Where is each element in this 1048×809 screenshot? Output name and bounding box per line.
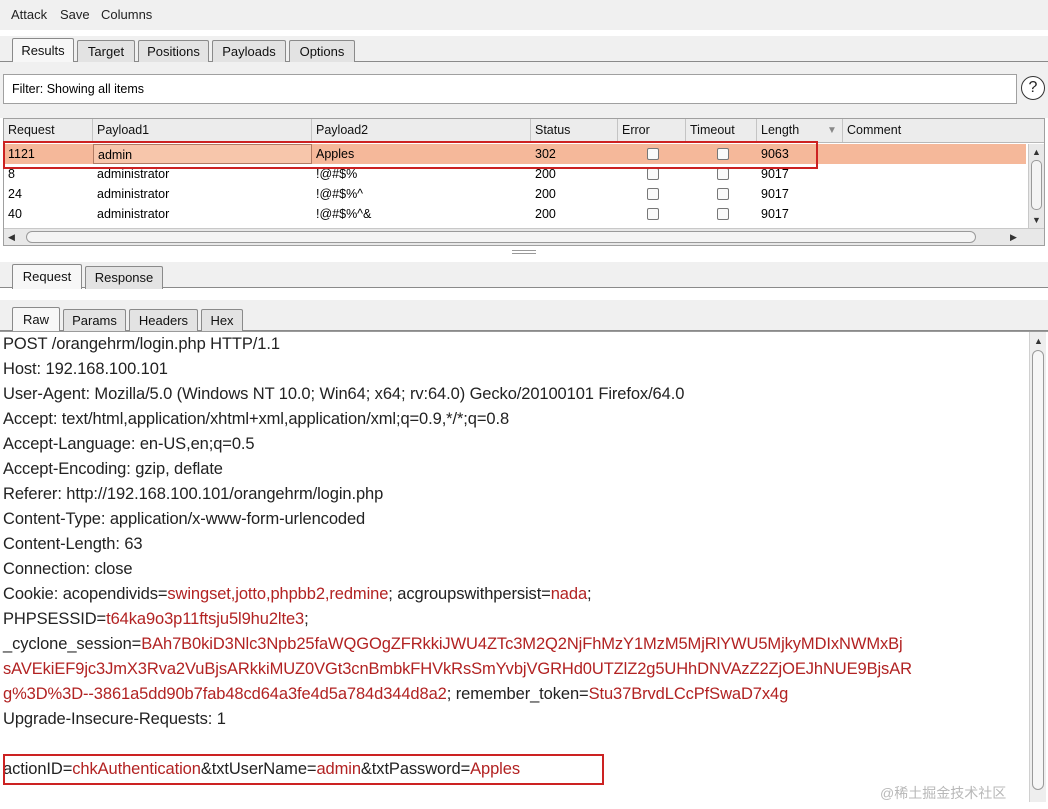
- header-content-type: Content-Type: application/x-www-form-url…: [3, 510, 366, 528]
- tab-positions[interactable]: Positions: [138, 40, 209, 63]
- watermark: @稀土掘金技术社区: [880, 785, 1007, 801]
- split-pane-divider[interactable]: [512, 250, 536, 254]
- cell-status: 200: [535, 207, 556, 221]
- cookie-value: BAh7B0kiD3Nlc3Npb25faWQGOgZFRkkiJWU4ZTc3…: [141, 635, 903, 653]
- cookie-phpsessid: PHPSESSID=t64ka9o3p11ftsju5l9hu2lte3;: [3, 610, 309, 629]
- tab-params[interactable]: Params: [63, 309, 126, 332]
- cookie-value-continued: g%3D%3D--3861a5dd90b7fab48cd64a3fe4d5a78…: [3, 685, 788, 704]
- scroll-right-icon[interactable]: ▶: [1010, 232, 1017, 242]
- editor-vertical-scrollbar[interactable]: ▲: [1029, 332, 1046, 802]
- col-header-payload1[interactable]: Payload1: [93, 119, 312, 142]
- filter-text: Filter: Showing all items: [12, 82, 144, 96]
- header-cookie: Cookie: acopendivids=swingset,jotto,phpb…: [3, 585, 592, 604]
- col-header-comment[interactable]: Comment: [843, 119, 1044, 142]
- results-table: Request Payload1 Payload2 Status Error T…: [3, 118, 1045, 246]
- cell-payload2: !@#$%^: [316, 187, 364, 201]
- tab-request[interactable]: Request: [12, 264, 82, 289]
- scroll-down-icon[interactable]: ▼: [1032, 215, 1041, 225]
- tab-hex[interactable]: Hex: [201, 309, 243, 332]
- col-header-payload2[interactable]: Payload2: [312, 119, 531, 142]
- header-accept: Accept: text/html,application/xhtml+xml,…: [3, 410, 510, 428]
- tab-options[interactable]: Options: [289, 40, 355, 63]
- col-header-length[interactable]: Length ▼: [757, 119, 843, 142]
- scroll-up-icon[interactable]: ▲: [1032, 147, 1041, 157]
- header-user-agent: User-Agent: Mozilla/5.0 (Windows NT 10.0…: [3, 385, 685, 403]
- cell-status: 200: [535, 187, 556, 201]
- cookie-value-continued: sAVEkiEF9jc3JmX3Rva2VuBjsARkkiMUZ0VGt3cn…: [3, 660, 912, 678]
- cookie-value: swingset,jotto,phpbb2,redmine: [167, 585, 389, 603]
- tab-results[interactable]: Results: [12, 38, 74, 63]
- cell-length: 9017: [761, 207, 789, 221]
- cell-length: 9017: [761, 187, 789, 201]
- error-checkbox[interactable]: [647, 208, 659, 220]
- tab-response[interactable]: Response: [85, 266, 163, 289]
- timeout-checkbox[interactable]: [717, 168, 729, 180]
- table-horizontal-scrollbar[interactable]: ◀ ▶: [4, 228, 1044, 245]
- cell-request: 40: [8, 207, 22, 221]
- col-header-error[interactable]: Error: [618, 119, 686, 142]
- sort-desc-icon: ▼: [827, 125, 837, 136]
- scroll-left-icon[interactable]: ◀: [8, 232, 15, 242]
- menu-save[interactable]: Save: [60, 7, 90, 22]
- cookie-key: ; remember_token=: [446, 685, 589, 703]
- cell-payload1: administrator: [97, 187, 170, 201]
- cookie-separator: ;: [587, 585, 592, 603]
- scroll-thumb[interactable]: [1032, 350, 1044, 790]
- cookie-value: nada: [550, 585, 588, 603]
- cell-payload2: !@#$%^&: [316, 207, 372, 221]
- cell-comment: [843, 144, 1026, 164]
- cookie-cyclone-session: _cyclone_session=BAh7B0kiD3Nlc3Npb25faWQ…: [3, 635, 903, 654]
- cookie-value: g%3D%3D--3861a5dd90b7fab48cd64a3fe4d5a78…: [3, 685, 447, 703]
- cookie-separator: ;: [304, 610, 309, 628]
- cookie-value: Stu37BrvdLCcPfSwaD7x4g: [588, 685, 789, 703]
- cookie-key: _cyclone_session=: [3, 635, 142, 653]
- main-tab-strip: Results Target Positions Payloads Option…: [0, 36, 1048, 63]
- col-header-request[interactable]: Request: [4, 119, 93, 142]
- header-accept-encoding: Accept-Encoding: gzip, deflate: [3, 460, 223, 478]
- cell-payload1: administrator: [97, 207, 170, 221]
- highlight-box-body-params: [3, 754, 604, 785]
- filter-bar[interactable]: Filter: Showing all items: [3, 74, 1017, 104]
- cell-request: 24: [8, 187, 22, 201]
- highlight-box-selected-row: [3, 141, 818, 169]
- table-row[interactable]: 24 administrator !@#$%^ 200 9017: [4, 184, 1026, 204]
- error-checkbox[interactable]: [647, 168, 659, 180]
- header-accept-language: Accept-Language: en-US,en;q=0.5: [3, 435, 255, 453]
- timeout-checkbox[interactable]: [717, 208, 729, 220]
- help-icon[interactable]: ?: [1021, 76, 1045, 100]
- menu-attack[interactable]: Attack: [11, 7, 47, 22]
- tab-headers[interactable]: Headers: [129, 309, 198, 332]
- scroll-thumb[interactable]: [26, 231, 976, 243]
- header-referer: Referer: http://192.168.100.101/orangehr…: [3, 485, 384, 503]
- cookie-key: ; acgroupswithpersist=: [388, 585, 551, 603]
- timeout-checkbox[interactable]: [717, 188, 729, 200]
- tab-payloads[interactable]: Payloads: [212, 40, 286, 63]
- col-header-length-label: Length: [761, 123, 800, 137]
- cookie-key: PHPSESSID=: [3, 610, 107, 628]
- tab-raw[interactable]: Raw: [12, 307, 60, 332]
- request-response-tab-strip: Request Response: [0, 262, 1048, 289]
- request-line: POST /orangehrm/login.php HTTP/1.1: [3, 335, 280, 353]
- menu-columns[interactable]: Columns: [101, 7, 152, 22]
- col-header-timeout[interactable]: Timeout: [686, 119, 757, 142]
- tab-target[interactable]: Target: [77, 40, 135, 63]
- table-row[interactable]: 40 administrator !@#$%^& 200 9017: [4, 204, 1026, 224]
- col-header-status[interactable]: Status: [531, 119, 618, 142]
- cookie-value: t64ka9o3p11ftsju5l9hu2lte3: [106, 610, 305, 628]
- scroll-up-icon[interactable]: ▲: [1034, 336, 1043, 346]
- menu-bar: Attack Save Columns: [0, 0, 1048, 30]
- header-content-length: Content-Length: 63: [3, 535, 143, 553]
- header-upgrade-insecure-requests: Upgrade-Insecure-Requests: 1: [3, 710, 226, 728]
- cookie-key: Cookie: acopendivids=: [3, 585, 168, 603]
- view-tab-strip: Raw Params Headers Hex: [0, 300, 1048, 332]
- error-checkbox[interactable]: [647, 188, 659, 200]
- table-header: Request Payload1 Payload2 Status Error T…: [4, 119, 1044, 143]
- table-vertical-scrollbar[interactable]: ▲ ▼: [1028, 144, 1044, 228]
- scroll-thumb[interactable]: [1031, 160, 1042, 210]
- header-connection: Connection: close: [3, 560, 133, 578]
- header-host: Host: 192.168.100.101: [3, 360, 168, 378]
